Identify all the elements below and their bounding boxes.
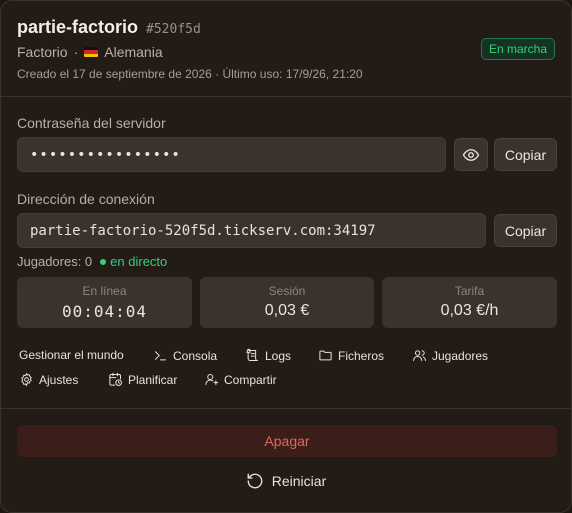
stat-label: Tarifa <box>454 284 485 298</box>
restart-label: Reiniciar <box>271 473 327 489</box>
share-button[interactable]: Compartir <box>204 372 277 387</box>
files-button[interactable]: Ficheros <box>318 348 384 363</box>
connection-address-field[interactable]: partie-factorio-520f5d.tickserv.com:3419… <box>17 213 486 248</box>
folder-icon <box>319 350 332 361</box>
password-field[interactable]: •••••••••••••••• <box>17 137 446 172</box>
restart-button[interactable]: Reiniciar <box>1 468 571 494</box>
players-button[interactable]: Jugadores <box>412 348 488 363</box>
user-plus-icon <box>205 374 219 385</box>
gear-icon <box>21 373 32 386</box>
password-label: Contraseña del servidor <box>17 115 166 131</box>
restart-icon <box>247 473 263 489</box>
server-header: partie-factorio #520f5d Factorio · Alema… <box>17 17 555 81</box>
schedule-button[interactable]: Planificar <box>108 372 177 387</box>
players-status: Jugadores: 0 en directo <box>17 254 167 269</box>
eye-icon <box>462 148 480 161</box>
stat-value: 00:04:04 <box>61 302 148 321</box>
show-password-button[interactable] <box>454 138 488 171</box>
action-label: Ajustes <box>39 372 79 387</box>
server-id: #520f5d <box>146 22 201 37</box>
settings-button[interactable]: Ajustes <box>19 372 78 387</box>
server-name: partie-factorio <box>17 17 139 37</box>
server-meta: Creado el 17 de septiembre de 2026 · Últ… <box>17 67 363 81</box>
server-country: Alemania <box>104 44 163 60</box>
divider <box>1 96 571 97</box>
action-label: Compartir <box>224 372 277 387</box>
copy-address-button[interactable]: Copiar <box>494 214 557 247</box>
stat-value: 0,03 €/h <box>440 302 499 319</box>
live-dot-icon <box>100 258 107 265</box>
action-label: Ficheros <box>338 348 385 363</box>
stat-value: 0,03 € <box>264 302 310 319</box>
connection-label: Dirección de conexión <box>17 191 155 207</box>
action-label: Gestionar el mundo <box>19 348 124 362</box>
scroll-icon <box>246 348 258 361</box>
action-label: Jugadores <box>432 348 489 363</box>
stat-session: Sesión 0,03 € <box>200 277 374 328</box>
server-subtitle: Factorio · Alemania <box>17 44 555 60</box>
separator: · <box>73 44 79 60</box>
stop-button[interactable]: Apagar <box>17 425 557 457</box>
stat-label: En línea <box>82 284 127 298</box>
live-indicator: en directo <box>100 254 167 269</box>
console-button[interactable]: Consola <box>153 348 217 363</box>
action-label: Planificar <box>128 372 178 387</box>
server-card: partie-factorio #520f5d Factorio · Alema… <box>0 0 572 513</box>
calendar-clock-icon <box>109 372 122 386</box>
terminal-icon <box>155 351 166 361</box>
action-label: Logs <box>265 348 292 363</box>
players-count: Jugadores: 0 <box>17 254 93 269</box>
stat-online: En línea 00:04:04 <box>17 277 192 328</box>
manage-world-button[interactable]: Gestionar el mundo <box>19 348 124 362</box>
users-icon <box>413 350 426 361</box>
logs-button[interactable]: Logs <box>245 348 291 363</box>
game-name: Factorio <box>17 44 68 60</box>
stat-label: Sesión <box>268 284 306 298</box>
divider <box>1 408 571 409</box>
status-badge: En marcha <box>480 38 555 60</box>
stat-rate: Tarifa 0,03 €/h <box>382 277 557 328</box>
germany-flag-icon <box>84 47 99 57</box>
copy-password-button[interactable]: Copiar <box>494 138 557 171</box>
action-label: Consola <box>173 348 218 363</box>
live-label: en directo <box>110 254 168 269</box>
